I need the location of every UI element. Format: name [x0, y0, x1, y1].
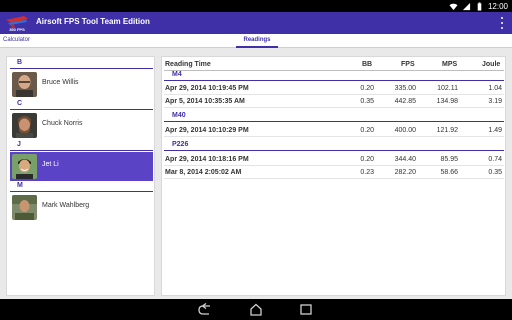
person-name: Jet Li: [42, 161, 59, 168]
column-header-fps: FPS: [401, 61, 415, 68]
table-row[interactable]: Apr 29, 2014 10:18:16 PM 0.20 344.40 85.…: [164, 154, 504, 166]
avatar: [12, 154, 37, 179]
joule-value: 1.04: [488, 85, 502, 92]
person-row-chuck-norris[interactable]: Chuck Norris: [10, 111, 153, 140]
mps-value: 58.66: [440, 169, 458, 176]
column-header-mps: MPS: [442, 61, 458, 68]
avatar: [12, 72, 37, 97]
person-row-mark-wahlberg[interactable]: Mark Wahlberg: [10, 193, 153, 222]
mps-value: 121.92: [436, 127, 458, 134]
navigation-bar: [0, 299, 512, 320]
column-header-joule: Joule: [482, 61, 501, 68]
bb-value: 0.35: [360, 98, 374, 105]
avatar: [12, 195, 37, 220]
logo-caption: 350 FPS: [9, 27, 25, 32]
person-name: Bruce Willis: [42, 79, 79, 86]
avatar: [12, 113, 37, 138]
mps-value: 134.98: [436, 98, 458, 105]
person-name: Mark Wahlberg: [42, 202, 90, 209]
joule-value: 1.49: [488, 127, 502, 134]
bb-value: 0.23: [360, 169, 374, 176]
person-row-bruce-willis[interactable]: Bruce Willis: [10, 70, 153, 99]
column-header-reading-time: Reading Time: [165, 61, 211, 68]
reading-time: Apr 29, 2014 10:18:16 PM: [165, 156, 249, 163]
mps-value: 85.95: [440, 156, 458, 163]
section-header: J: [10, 141, 153, 151]
reading-time: Apr 5, 2014 10:35:35 AM: [165, 98, 245, 105]
person-row-jet-li[interactable]: Jet Li: [10, 152, 153, 181]
joule-value: 3.19: [488, 98, 502, 105]
bb-value: 0.20: [360, 85, 374, 92]
fps-value: 282.20: [394, 169, 416, 176]
overflow-menu-icon[interactable]: [498, 16, 506, 30]
content-area: B Bruce Willis C Chuck Norris J Jet Li M…: [0, 48, 512, 299]
gun-group-header: M4: [164, 71, 504, 81]
fps-value: 344.40: [394, 156, 416, 163]
fps-value: 335.00: [394, 85, 416, 92]
joule-value: 0.35: [488, 169, 502, 176]
gun-group-header: P226: [164, 141, 504, 151]
person-name: Chuck Norris: [42, 120, 83, 127]
reading-time: Apr 29, 2014 10:19:45 PM: [165, 85, 249, 92]
tab-calculator[interactable]: Calculator: [3, 34, 30, 48]
bb-value: 0.20: [360, 127, 374, 134]
section-header: M: [10, 182, 153, 192]
tab-bar: Calculator Readings: [0, 34, 512, 48]
wifi-icon: [449, 3, 458, 10]
table-row[interactable]: Mar 8, 2014 2:05:02 AM 0.23 282.20 58.66…: [164, 167, 504, 179]
app-title: Airsoft FPS Tool Team Edition: [36, 17, 150, 26]
people-list: B Bruce Willis C Chuck Norris J Jet Li M…: [6, 56, 155, 296]
status-bar: 12:00: [0, 0, 512, 12]
readings-table: Reading Time BB FPS MPS Joule M4 Apr 29,…: [161, 56, 506, 296]
back-icon[interactable]: [198, 303, 212, 316]
table-row[interactable]: Apr 29, 2014 10:10:29 PM 0.20 400.00 121…: [164, 125, 504, 137]
fps-value: 442.85: [394, 98, 416, 105]
reading-time: Mar 8, 2014 2:05:02 AM: [165, 169, 242, 176]
fps-value: 400.00: [394, 127, 416, 134]
gun-group-header: M40: [164, 112, 504, 122]
section-header: B: [10, 59, 153, 69]
bb-value: 0.20: [360, 156, 374, 163]
status-time: 12:00: [487, 1, 508, 11]
section-header: C: [10, 100, 153, 110]
signal-icon: [462, 2, 471, 10]
app-bar: 350 FPS Airsoft FPS Tool Team Edition: [0, 12, 512, 34]
table-row[interactable]: Apr 5, 2014 10:35:35 AM 0.35 442.85 134.…: [164, 96, 504, 108]
joule-value: 0.74: [488, 156, 502, 163]
reading-time: Apr 29, 2014 10:10:29 PM: [165, 127, 249, 134]
home-icon[interactable]: [249, 303, 263, 316]
column-header-bb: BB: [362, 61, 373, 68]
table-row[interactable]: Apr 29, 2014 10:19:45 PM 0.20 335.00 102…: [164, 83, 504, 95]
mps-value: 102.11: [437, 85, 458, 92]
recent-apps-icon[interactable]: [299, 303, 313, 316]
battery-icon: [477, 1, 482, 11]
status-icons: 12:00: [449, 1, 508, 11]
